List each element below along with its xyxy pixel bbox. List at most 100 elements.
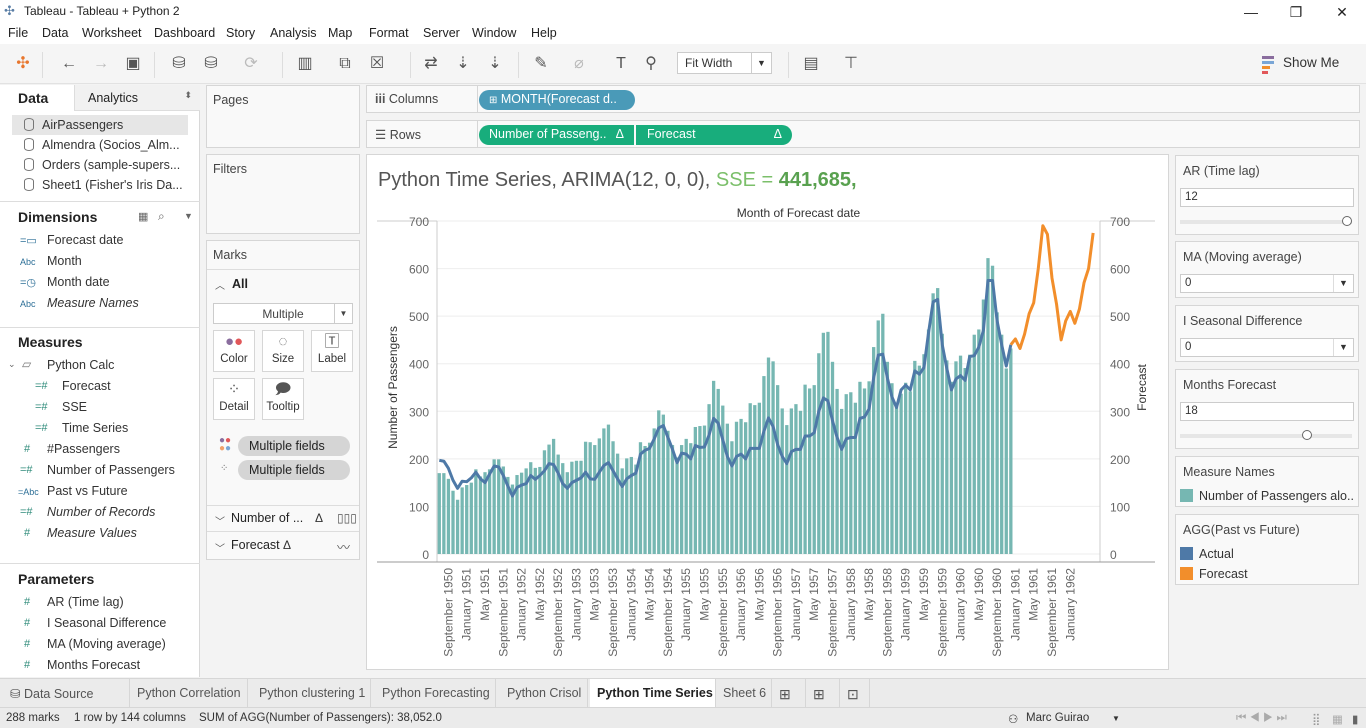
field-month[interactable]: Month [47, 254, 82, 268]
tab-data[interactable]: Data [0, 85, 74, 111]
rows-pill-number-of-passengers[interactable]: Number of Passeng.. Δ [479, 125, 634, 145]
swap-icon[interactable]: ⇄ [420, 54, 442, 74]
field-past-vs-future[interactable]: Past vs Future [47, 484, 128, 498]
user-name[interactable]: Marc Guirao [1026, 712, 1089, 724]
menu-data[interactable]: Data [42, 26, 68, 40]
detail-fields-pill[interactable]: Multiple fields [238, 460, 350, 480]
field-measure-values[interactable]: Measure Values [47, 526, 137, 540]
ar-input[interactable]: 12 [1180, 188, 1354, 207]
menu-window[interactable]: Window [472, 26, 516, 40]
show-cards-icon[interactable]: ▤ [800, 54, 822, 74]
param-ma[interactable]: MA (Moving average) [47, 637, 166, 651]
datasource-sheet1[interactable]: Sheet1 (Fisher's Iris Da... [12, 175, 188, 195]
isd-select[interactable]: 0 ▼ [1180, 338, 1354, 357]
new-dashboard-icon[interactable]: ⊞ [806, 679, 840, 708]
datasource-orders[interactable]: Orders (sample-supers... [12, 155, 188, 175]
chevron-down-icon[interactable]: ﹀ [215, 540, 225, 555]
field-measure-names[interactable]: Measure Names [47, 296, 139, 310]
new-worksheet-icon[interactable]: ▥ [294, 54, 316, 74]
time-series-chart[interactable]: Month of Forecast date 0 0 100 100 200 200 300 3… [367, 195, 1168, 669]
detail-button[interactable]: ⁘ Detail [213, 378, 255, 420]
sheet-sorter-icon[interactable]: ⣿ [1312, 712, 1320, 726]
sheet-nav-icons[interactable]: ⏮ ◀ ▶ ⏭ [1236, 712, 1287, 725]
pause-updates-icon[interactable]: ⛁ [200, 54, 222, 74]
show-labels-icon[interactable]: T [610, 54, 632, 74]
menu-analysis[interactable]: Analysis [270, 26, 317, 40]
label-button[interactable]: 🅃 Label [311, 330, 353, 372]
menu-map[interactable]: Map [328, 26, 352, 40]
menu-format[interactable]: Format [369, 26, 409, 40]
duplicate-sheet-icon[interactable]: ⧉ [334, 54, 356, 74]
filters-card[interactable]: Filters [206, 154, 360, 234]
rows-shelf[interactable]: ☰ Rows Number of Passeng.. Δ Forecast Δ [366, 120, 1360, 148]
sort-ascending-icon[interactable]: ⇣ [452, 54, 474, 74]
legend-item[interactable]: Number of Passengers alo.. [1180, 489, 1354, 503]
months-slider[interactable] [1180, 430, 1352, 440]
chevron-down-icon[interactable]: ▼ [184, 211, 193, 221]
param-months-forecast[interactable]: Months Forecast [47, 658, 140, 672]
refresh-icon[interactable]: ⟳ [240, 54, 262, 74]
tab-data-source[interactable]: ⛁ Data Source [0, 679, 130, 708]
tab-analytics[interactable]: Analytics ⬍ [74, 85, 200, 111]
menu-worksheet[interactable]: Worksheet [82, 26, 142, 40]
color-button[interactable]: ●● Color [213, 330, 255, 372]
save-icon[interactable]: ▣ [122, 54, 144, 74]
chevron-down-icon[interactable]: ﹀ [215, 513, 225, 528]
marks-all-label[interactable]: All [232, 277, 248, 291]
tooltip-button[interactable]: 🗩 Tooltip [262, 378, 304, 420]
tabs-view-icon[interactable]: ▮ [1352, 712, 1358, 726]
pin-icon[interactable]: ⚲ [640, 54, 662, 74]
ma-select[interactable]: 0 ▼ [1180, 274, 1354, 293]
field-passengers[interactable]: #Passengers [47, 442, 120, 456]
tab-python-time-series[interactable]: Python Time Series [590, 679, 716, 708]
menu-dashboard[interactable]: Dashboard [154, 26, 215, 40]
ar-slider[interactable] [1180, 216, 1352, 226]
new-story-icon[interactable]: ⊡ [840, 679, 870, 708]
group-icon[interactable]: ⌀ [568, 54, 590, 74]
menu-help[interactable]: Help [531, 26, 557, 40]
highlight-icon[interactable]: ✎ [530, 54, 552, 74]
view-list-icon[interactable]: ▦ [138, 210, 148, 223]
field-month-date[interactable]: Month date [47, 275, 110, 289]
color-fields-pill[interactable]: Multiple fields [238, 436, 350, 456]
slider-knob[interactable] [1342, 216, 1352, 226]
chevron-down-icon[interactable]: ▼ [1112, 714, 1120, 723]
clear-sheet-icon[interactable]: ☒ [366, 54, 388, 74]
field-sse[interactable]: SSE [62, 400, 87, 414]
forward-icon[interactable]: → [90, 54, 112, 74]
months-input[interactable]: 18 [1180, 402, 1354, 421]
menu-server[interactable]: Server [423, 26, 460, 40]
field-forecast-date[interactable]: Forecast date [47, 233, 123, 247]
field-time-series[interactable]: Time Series [62, 421, 128, 435]
param-i-seasonal[interactable]: I Seasonal Difference [47, 616, 166, 630]
tab-sheet-6[interactable]: Sheet 6 [716, 679, 772, 708]
filmstrip-icon[interactable]: ▦ [1332, 712, 1343, 726]
new-datasource-icon[interactable]: ⛁ [168, 54, 190, 74]
folder-python-calc[interactable]: Python Calc [47, 358, 114, 372]
close-button[interactable]: ✕ [1327, 2, 1357, 22]
tab-python-forecasting[interactable]: Python Forecasting [375, 679, 496, 708]
slider-knob[interactable] [1301, 430, 1312, 440]
search-icon[interactable]: ⌕ [158, 209, 165, 224]
datasource-almendra[interactable]: Almendra (Socios_Alm... [12, 135, 188, 155]
legend-item[interactable]: Forecast [1180, 567, 1248, 581]
rows-pill-forecast[interactable]: Forecast Δ [636, 125, 792, 145]
tab-python-crisol[interactable]: Python Crisol [500, 679, 588, 708]
param-ar[interactable]: AR (Time lag) [47, 595, 124, 609]
datasource-airpassengers[interactable]: AirPassengers [12, 115, 188, 135]
tab-python-clustering-1[interactable]: Python clustering 1 [252, 679, 371, 708]
columns-pill-month[interactable]: ⊞ MONTH(Forecast d.. [479, 90, 635, 110]
restore-button[interactable]: ❐ [1281, 2, 1311, 22]
legend-item[interactable]: Actual [1180, 547, 1234, 561]
fit-select[interactable]: Fit Width ▼ [677, 52, 772, 74]
pages-card[interactable]: Pages [206, 85, 360, 148]
back-icon[interactable]: ← [58, 54, 80, 74]
menu-story[interactable]: Story [226, 26, 255, 40]
minimize-button[interactable]: — [1236, 2, 1266, 22]
field-number-of-records[interactable]: Number of Records [47, 505, 155, 519]
chevron-down-icon[interactable]: ⌄ [8, 359, 16, 370]
sort-descending-icon[interactable]: ⇣ [484, 54, 506, 74]
layer-number-of-passengers[interactable]: Number of ... [231, 511, 303, 525]
tableau-home-icon[interactable]: ✣ [12, 54, 34, 74]
tab-python-correlation[interactable]: Python Correlation [130, 679, 248, 708]
